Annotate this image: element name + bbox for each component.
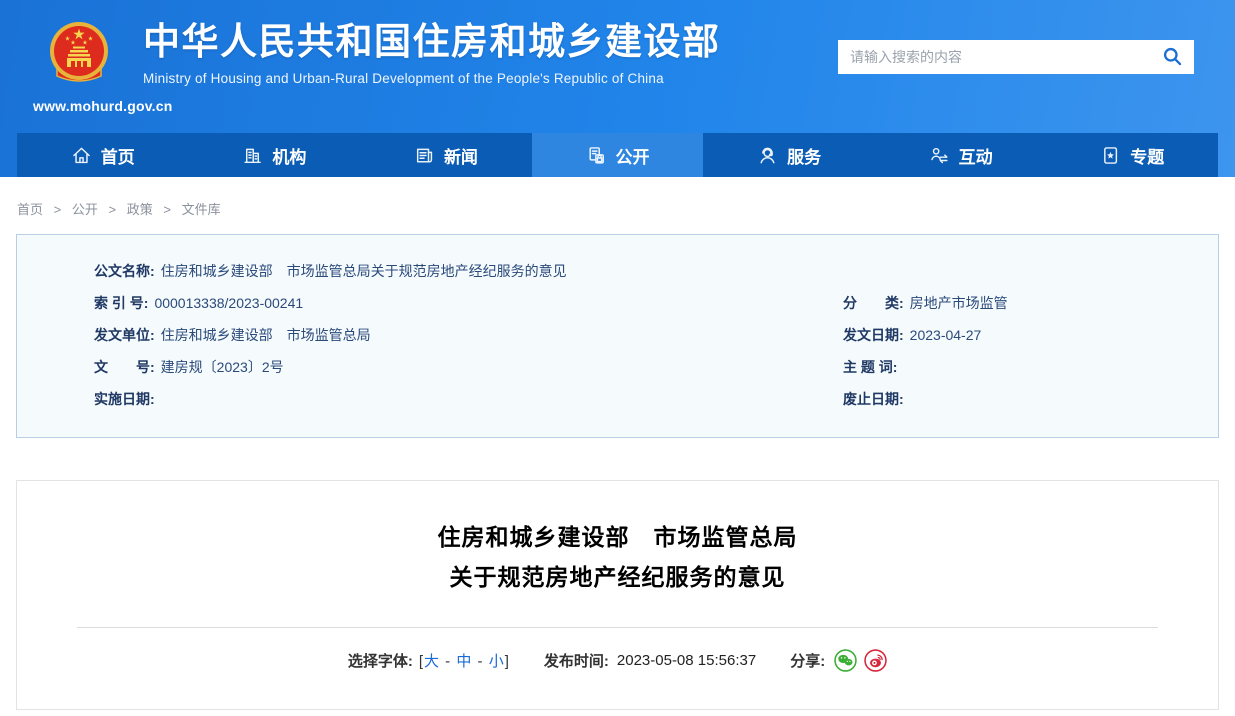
article-toolbar: 选择字体: [大 - 中 - 小] 发布时间: 2023-05-08 15:56… (17, 649, 1218, 672)
search-box (838, 40, 1194, 74)
meta-value-document-number: 建房规〔2023〕2号 (160, 359, 284, 375)
share-group: 分享: (790, 649, 887, 672)
font-size-medium-link[interactable]: 中 (456, 653, 472, 670)
font-separator: - (472, 653, 489, 670)
meta-label-issue-date: 发文日期: (843, 327, 904, 343)
meta-value-category: 房地产市场监管 (909, 295, 1008, 311)
service-icon (760, 147, 775, 163)
font-separator: - (440, 653, 457, 670)
main-nav: 首页 机构 新闻 公开 服务 互动 专题 (17, 133, 1218, 177)
breadcrumb-home[interactable]: 首页 (17, 202, 43, 217)
meta-row-subject-words: 主 题 词: (843, 351, 1218, 383)
nav-item-disclosure[interactable]: 公开 (531, 133, 704, 177)
search-button[interactable] (1162, 46, 1184, 68)
site-title: 中华人民共和国住房和城乡建设部 (143, 21, 721, 62)
national-emblem-icon (50, 22, 108, 82)
nav-item-label: 首页 (100, 147, 135, 167)
topics-icon (1104, 146, 1118, 164)
share-label: 分享: (790, 653, 826, 670)
site-header: 中华人民共和国住房和城乡建设部 Ministry of Housing and … (0, 0, 1235, 177)
nav-item-label: 公开 (615, 147, 650, 167)
nav-item-label: 机构 (272, 147, 307, 167)
breadcrumb-disclosure[interactable]: 公开 (72, 202, 98, 217)
breadcrumb-separator: > (53, 202, 62, 217)
meta-label-subject-words: 主 题 词: (843, 359, 898, 375)
meta-row-document-number: 文 号: 建房规〔2023〕2号 (94, 351, 843, 383)
publish-time-group: 发布时间: 2023-05-08 15:56:37 (544, 650, 756, 671)
meta-row-issuing-unit: 发文单位: 住房和城乡建设部 市场监管总局 (94, 319, 843, 351)
breadcrumb-policy[interactable]: 政策 (127, 202, 153, 217)
interaction-icon (930, 147, 948, 163)
meta-row-issue-date: 发文日期: 2023-04-27 (843, 319, 1218, 351)
meta-label-category: 分 类: (843, 295, 904, 311)
site-logo[interactable] (33, 20, 125, 100)
breadcrumb: 首页 > 公开 > 政策 > 文件库 (0, 177, 1235, 234)
meta-label-index-number: 索 引 号: (94, 295, 149, 311)
meta-row-effective-date: 实施日期: (94, 383, 843, 415)
nav-item-label: 新闻 (443, 147, 478, 167)
site-url: www.mohurd.gov.cn (33, 98, 173, 114)
meta-row-index-number: 索 引 号: 000013338/2023-00241 (94, 287, 843, 319)
breadcrumb-separator: > (108, 202, 117, 217)
meta-label-document-number: 文 号: (94, 359, 155, 375)
meta-label-issuing-unit: 发文单位: (94, 327, 155, 343)
meta-value-name: 住房和城乡建设部 市场监管总局关于规范房地产经纪服务的意见 (160, 263, 567, 279)
nav-item-label: 服务 (787, 147, 822, 167)
breadcrumb-current: 文件库 (181, 202, 221, 217)
search-icon (1163, 47, 1182, 66)
nav-item-label: 互动 (958, 147, 993, 167)
nav-item-interaction[interactable]: 互动 (875, 133, 1047, 177)
nav-item-home[interactable]: 首页 (17, 133, 189, 177)
wechat-share-icon[interactable] (834, 649, 857, 672)
organization-icon (244, 148, 262, 163)
meta-label-effective-date: 实施日期: (94, 391, 155, 407)
meta-row-category: 分 类: 房地产市场监管 (843, 287, 1218, 319)
meta-row-name: 公文名称: 住房和城乡建设部 市场监管总局关于规范房地产经纪服务的意见 (17, 255, 1218, 287)
article-box: 住房和城乡建设部 市场监管总局 关于规范房地产经纪服务的意见 选择字体: [大 … (16, 480, 1219, 710)
breadcrumb-separator: > (163, 202, 171, 217)
font-size-label: 选择字体: (347, 653, 413, 670)
article-title: 住房和城乡建设部 市场监管总局 关于规范房地产经纪服务的意见 (17, 517, 1218, 597)
article-title-line2: 关于规范房地产经纪服务的意见 (449, 564, 786, 590)
meta-row-repeal-date: 废止日期: (843, 383, 1218, 415)
font-size-small-link[interactable]: 小 (489, 653, 505, 670)
publish-time-value: 2023-05-08 15:56:37 (616, 652, 757, 669)
disclosure-icon (588, 146, 604, 164)
meta-value-issuing-unit: 住房和城乡建设部 市场监管总局 (160, 327, 371, 343)
news-icon (416, 148, 433, 163)
font-bracket-close: ] (504, 653, 510, 670)
nav-item-news[interactable]: 新闻 (360, 133, 532, 177)
search-input[interactable] (850, 49, 1162, 65)
document-meta-box: 公文名称: 住房和城乡建设部 市场监管总局关于规范房地产经纪服务的意见 索 引 … (16, 234, 1219, 438)
nav-item-service[interactable]: 服务 (703, 133, 875, 177)
home-icon (72, 147, 90, 163)
site-subtitle: Ministry of Housing and Urban-Rural Deve… (143, 71, 664, 86)
meta-value-index-number: 000013338/2023-00241 (154, 295, 304, 311)
nav-item-label: 专题 (1130, 147, 1165, 167)
meta-label-repeal-date: 废止日期: (843, 391, 904, 407)
font-size-selector: 选择字体: [大 - 中 - 小] (348, 650, 510, 671)
weibo-share-icon[interactable] (864, 649, 887, 672)
meta-label-name: 公文名称: (94, 263, 155, 279)
publish-time-label: 发布时间: (543, 653, 609, 670)
meta-value-issue-date: 2023-04-27 (909, 327, 982, 343)
article-divider (77, 627, 1158, 628)
article-title-line1: 住房和城乡建设部 市场监管总局 (437, 524, 798, 550)
nav-item-organization[interactable]: 机构 (189, 133, 361, 177)
nav-item-topics[interactable]: 专题 (1046, 133, 1218, 177)
font-size-large-link[interactable]: 大 (424, 653, 440, 670)
